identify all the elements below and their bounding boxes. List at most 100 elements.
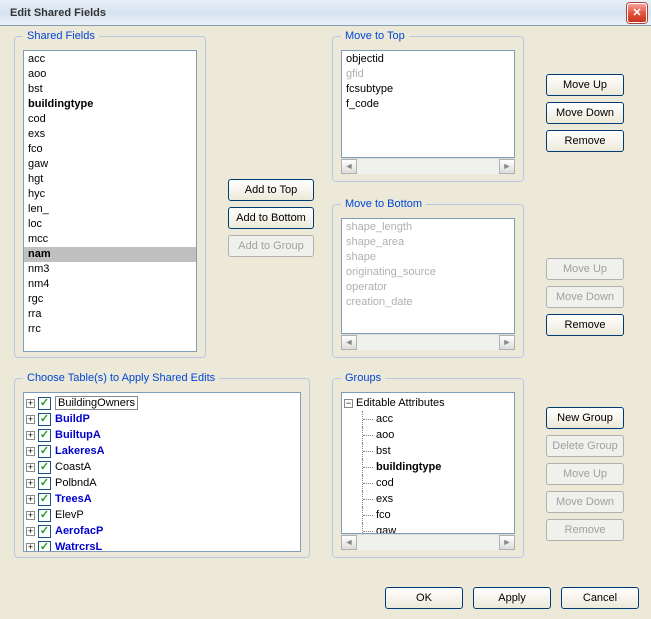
tree-label: TreesA <box>55 493 92 505</box>
new-group-button[interactable]: New Group <box>546 407 624 429</box>
move-top-list[interactable]: objectidgfidfcsubtypef_code <box>341 50 515 158</box>
expand-icon[interactable]: + <box>26 543 35 552</box>
expand-icon[interactable]: + <box>26 431 35 440</box>
checkbox[interactable] <box>38 413 51 426</box>
checkbox[interactable] <box>38 509 51 522</box>
list-item[interactable]: originating_source <box>342 265 514 280</box>
tree-label: cod <box>376 477 394 489</box>
tree-root[interactable]: −Editable Attributes <box>344 395 512 411</box>
shared-fields-group: Shared Fields accaoobstbuildingtypecodex… <box>14 30 206 358</box>
delete-group-button: Delete Group <box>546 435 624 457</box>
collapse-icon[interactable]: − <box>344 399 353 408</box>
move-top-remove-button[interactable]: Remove <box>546 130 624 152</box>
list-item[interactable]: buildingtype <box>24 97 196 112</box>
list-item[interactable]: loc <box>24 217 196 232</box>
list-item[interactable]: exs <box>24 127 196 142</box>
expand-icon[interactable]: + <box>26 399 35 408</box>
checkbox[interactable] <box>38 493 51 506</box>
tree-label: bst <box>376 445 391 457</box>
expand-icon[interactable]: + <box>26 527 35 536</box>
move-top-up-button[interactable]: Move Up <box>546 74 624 96</box>
expand-icon[interactable]: + <box>26 447 35 456</box>
list-item[interactable]: objectid <box>342 52 514 67</box>
list-item[interactable]: nm3 <box>24 262 196 277</box>
hscroll[interactable]: ◄► <box>341 534 515 550</box>
table-row[interactable]: + BuildingOwners <box>26 395 298 411</box>
list-item[interactable]: rrc <box>24 322 196 337</box>
expand-icon[interactable]: + <box>26 415 35 424</box>
tree-label: aoo <box>376 429 394 441</box>
table-row[interactable]: +BuildP <box>26 411 298 427</box>
add-to-bottom-button[interactable]: Add to Bottom <box>228 207 314 229</box>
tree-item[interactable]: bst <box>344 443 512 459</box>
table-row[interactable]: +AerofacP <box>26 523 298 539</box>
checkbox[interactable] <box>38 397 51 410</box>
table-row[interactable]: +WatrcrsL <box>26 539 298 552</box>
add-to-top-button[interactable]: Add to Top <box>228 179 314 201</box>
list-item[interactable]: fco <box>24 142 196 157</box>
tree-label: CoastA <box>55 461 91 473</box>
move-bottom-down-button: Move Down <box>546 286 624 308</box>
list-item[interactable]: creation_date <box>342 295 514 310</box>
checkbox[interactable] <box>38 477 51 490</box>
list-item[interactable]: shape_area <box>342 235 514 250</box>
expand-icon[interactable]: + <box>26 479 35 488</box>
list-item[interactable]: fcsubtype <box>342 82 514 97</box>
tree-item[interactable]: acc <box>344 411 512 427</box>
tree-item[interactable]: aoo <box>344 427 512 443</box>
tree-label: PolbndA <box>55 477 97 489</box>
table-row[interactable]: +LakeresA <box>26 443 298 459</box>
tree-item[interactable]: gaw <box>344 523 512 534</box>
table-row[interactable]: + PolbndA <box>26 475 298 491</box>
list-item[interactable]: hyc <box>24 187 196 202</box>
list-item[interactable]: gfid <box>342 67 514 82</box>
list-item[interactable]: rra <box>24 307 196 322</box>
hscroll[interactable]: ◄► <box>341 334 515 350</box>
list-item[interactable]: shape <box>342 250 514 265</box>
list-item[interactable]: hgt <box>24 172 196 187</box>
list-item[interactable]: nam <box>24 247 196 262</box>
list-item[interactable]: len_ <box>24 202 196 217</box>
list-item[interactable]: bst <box>24 82 196 97</box>
expand-icon[interactable]: + <box>26 511 35 520</box>
shared-fields-list[interactable]: accaoobstbuildingtypecodexsfcogawhgthycl… <box>23 50 197 352</box>
tree-item[interactable]: buildingtype <box>344 459 512 475</box>
tables-tree[interactable]: + BuildingOwners+BuildP+BuiltupA+LakeresA… <box>23 392 301 552</box>
tree-item[interactable]: exs <box>344 491 512 507</box>
tree-item[interactable]: fco <box>344 507 512 523</box>
list-item[interactable]: rgc <box>24 292 196 307</box>
list-item[interactable]: gaw <box>24 157 196 172</box>
checkbox[interactable] <box>38 461 51 474</box>
expand-icon[interactable]: + <box>26 463 35 472</box>
list-item[interactable]: shape_length <box>342 220 514 235</box>
tree-label: BuildingOwners <box>55 396 138 410</box>
table-row[interactable]: +BuiltupA <box>26 427 298 443</box>
list-item[interactable]: aoo <box>24 67 196 82</box>
tree-label: ElevP <box>55 509 84 521</box>
ok-button[interactable]: OK <box>385 587 463 609</box>
groups-tree[interactable]: −Editable Attributesacc aoo bst buildingtyp… <box>341 392 515 534</box>
list-item[interactable]: nm4 <box>24 277 196 292</box>
checkbox[interactable] <box>38 525 51 538</box>
move-bottom-remove-button[interactable]: Remove <box>546 314 624 336</box>
tree-item[interactable]: cod <box>344 475 512 491</box>
apply-button[interactable]: Apply <box>473 587 551 609</box>
list-item[interactable]: mcc <box>24 232 196 247</box>
checkbox[interactable] <box>38 429 51 442</box>
table-row[interactable]: + ElevP <box>26 507 298 523</box>
list-item[interactable]: cod <box>24 112 196 127</box>
checkbox[interactable] <box>38 541 51 553</box>
groups-down-button: Move Down <box>546 491 624 513</box>
table-row[interactable]: + TreesA <box>26 491 298 507</box>
list-item[interactable]: f_code <box>342 97 514 112</box>
expand-icon[interactable]: + <box>26 495 35 504</box>
hscroll[interactable]: ◄► <box>341 158 515 174</box>
move-bottom-list[interactable]: shape_lengthshape_areashapeoriginating_s… <box>341 218 515 334</box>
close-icon[interactable]: ✕ <box>627 3 647 23</box>
move-top-down-button[interactable]: Move Down <box>546 102 624 124</box>
cancel-button[interactable]: Cancel <box>561 587 639 609</box>
table-row[interactable]: + CoastA <box>26 459 298 475</box>
checkbox[interactable] <box>38 445 51 458</box>
list-item[interactable]: acc <box>24 52 196 67</box>
list-item[interactable]: operator <box>342 280 514 295</box>
